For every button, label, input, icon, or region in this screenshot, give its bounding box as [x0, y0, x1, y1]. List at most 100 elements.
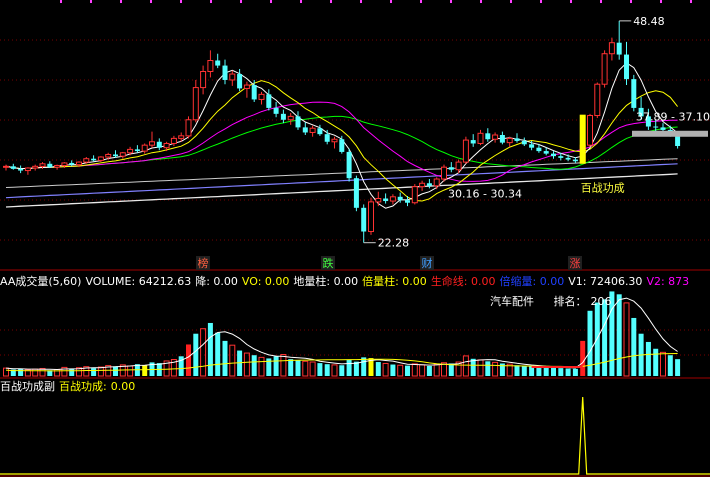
top-tick — [600, 0, 602, 3]
top-tick — [180, 0, 182, 3]
volume-bar — [113, 366, 118, 376]
top-tick — [420, 0, 422, 3]
ma5-line — [5, 62, 678, 209]
top-tick — [630, 0, 632, 3]
volume-bar — [251, 355, 257, 376]
candle-body — [521, 140, 527, 145]
volume-bar — [572, 368, 578, 376]
candle-body — [258, 93, 265, 100]
top-tick — [570, 0, 572, 3]
candle-body — [127, 148, 134, 154]
candle-body — [39, 163, 46, 167]
volume-bar — [667, 355, 673, 376]
top-tick — [540, 0, 542, 3]
candle-body — [3, 165, 9, 168]
volume-bar — [288, 359, 294, 376]
candle-body — [601, 53, 608, 85]
candle-body — [207, 59, 214, 72]
volume-bar — [280, 354, 287, 377]
top-tick — [660, 0, 662, 3]
candle-body — [653, 126, 659, 128]
candle-body — [170, 137, 177, 144]
volume-bar — [142, 365, 148, 376]
candle-body — [149, 141, 155, 146]
candle-body — [514, 138, 520, 141]
volume-bar — [317, 363, 323, 376]
signal-spike-line — [0, 396, 710, 475]
volume-bar — [660, 351, 666, 377]
candle-body — [624, 54, 629, 80]
signal-bar — [579, 114, 586, 164]
volume-item-5: 生命线: 0.00 — [430, 275, 496, 288]
top-tick — [510, 0, 512, 3]
volume-bar — [207, 322, 213, 376]
top-tick — [480, 0, 482, 3]
candle-body — [273, 107, 279, 114]
candle-body — [24, 167, 31, 172]
volume-bar — [514, 365, 520, 376]
volume-bar — [324, 364, 330, 376]
candle-body — [178, 135, 185, 139]
volume-bar — [353, 361, 359, 376]
candle-body — [536, 147, 542, 152]
candle-body — [156, 141, 162, 148]
candle-body — [375, 198, 382, 203]
candle-body — [266, 94, 272, 108]
volume-bar — [551, 367, 556, 376]
candle-body — [280, 113, 286, 120]
volume-panel-header: AA成交量(5,60) VOLUME: 64212.63 降: 0.00 VO: 0.… — [0, 275, 697, 289]
volume-average-lines — [5, 297, 678, 372]
volume-bar — [426, 365, 432, 376]
volume-bar — [302, 360, 309, 377]
volume-bar — [91, 368, 97, 376]
candle-body — [97, 156, 104, 161]
sub-indicator-label: 百战功成: — [59, 380, 107, 393]
volume-bar — [411, 363, 418, 377]
volume-bar — [448, 363, 454, 376]
volume-bar — [295, 360, 301, 376]
volume-bar — [587, 310, 593, 376]
ma60-line — [5, 163, 678, 199]
candle-body — [492, 134, 499, 140]
candle-body — [506, 137, 513, 144]
volume-bar — [186, 344, 191, 376]
top-tick — [150, 0, 152, 3]
volume-item-1: 降: 0.00 — [195, 275, 238, 288]
candle-body — [660, 127, 666, 130]
candle-body — [243, 84, 250, 89]
stock-chart: 48.48 22.28 37.89 - 37.10 30.16 - 30.34 百战功成… — [0, 0, 710, 477]
volume-item-6: 倍缩量: 0.00 — [499, 275, 565, 288]
candle-body — [339, 139, 345, 152]
top-tick — [90, 0, 92, 3]
candle-body — [353, 178, 359, 208]
signal-line-series — [0, 396, 710, 475]
volume-bar — [631, 317, 637, 376]
candle-body — [229, 73, 236, 81]
candle-body — [61, 162, 68, 166]
candle-body — [462, 139, 469, 163]
candle-body — [441, 166, 447, 180]
price-annotations: 48.48 22.28 37.89 - 37.10 30.16 - 30.34 百战功成… — [196, 15, 710, 270]
volume-bar — [69, 368, 75, 376]
volume-bar — [18, 368, 24, 376]
volume-bar — [375, 362, 381, 376]
volume-bar — [200, 328, 207, 377]
volume-bar — [405, 365, 410, 376]
candle-body — [477, 132, 484, 144]
candle-body — [558, 156, 564, 158]
volume-bar — [536, 366, 542, 376]
volume-bar — [675, 359, 681, 376]
candle-body — [119, 152, 126, 157]
volume-bar — [485, 361, 491, 376]
volume-bar — [361, 357, 367, 376]
volume-item-3: 地量柱: 0.00 — [293, 275, 359, 288]
candle-body — [10, 166, 16, 169]
top-tick — [300, 0, 302, 3]
candle-body — [215, 60, 221, 66]
range-label-lower: 30.16 - 30.34 — [448, 188, 522, 201]
volume-bar — [273, 356, 279, 376]
candle-body — [631, 79, 637, 108]
candle-body — [572, 159, 578, 162]
volume-indicator-name: AA成交量(5,60) — [0, 275, 82, 288]
volume-bar — [602, 299, 608, 376]
